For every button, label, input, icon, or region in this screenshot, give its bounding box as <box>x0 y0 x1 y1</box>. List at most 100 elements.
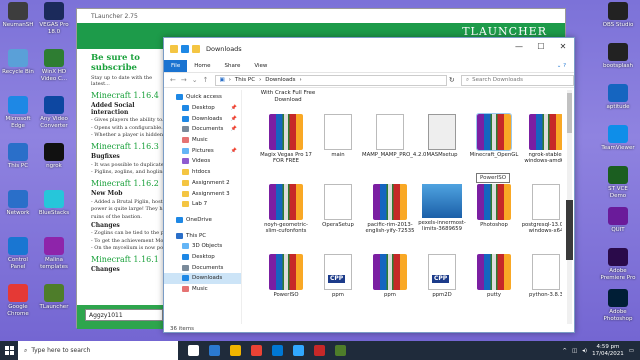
file-item[interactable]: ngrok-stable-windows-amd64 <box>518 114 562 165</box>
news-heading[interactable]: Minecraft 1.16.2 <box>91 179 171 188</box>
start-button[interactable] <box>0 341 18 360</box>
taskbar-search[interactable]: ⌕ Type here to search <box>18 341 178 360</box>
desktop-icon-st-vce-demo[interactable]: ST VCE Demo <box>600 166 636 199</box>
nav-item-desktop[interactable]: Desktop 📌 <box>164 103 241 114</box>
tab-home[interactable]: Home <box>187 60 217 72</box>
network-icon[interactable]: ◫ <box>572 348 577 354</box>
up-arrow-icon[interactable]: ↑ <box>203 76 209 84</box>
desktop-icon-ngrok[interactable]: ngrok <box>36 143 72 170</box>
desktop-icon-control-panel[interactable]: Control Panel <box>0 237 36 270</box>
nav-item-quick-access[interactable]: Quick access <box>164 92 241 103</box>
desktop-icon-tlauncher[interactable]: TLauncher <box>36 284 72 311</box>
nav-item-documents[interactable]: Documents <box>164 262 241 273</box>
desktop-icon-neumansh[interactable]: NeumanSH <box>0 2 36 29</box>
help-icon[interactable]: ⌄ ? <box>550 60 574 72</box>
tlauncher-news[interactable]: Be sure to subscribe Stay up to date wit… <box>91 49 171 311</box>
news-heading[interactable]: Minecraft 1.16.4 <box>91 91 171 100</box>
maximize-button[interactable]: ☐ <box>530 38 552 54</box>
file-item[interactable]: postgresql-13.0-1-windows-x64 <box>518 184 562 235</box>
file-item[interactable]: ppm <box>362 254 418 298</box>
nav-item-downloads[interactable]: Downloads <box>164 273 241 284</box>
tray-chevron-icon[interactable]: ^ <box>562 348 567 354</box>
desktop-icon-teamviewer[interactable]: TeamViewer <box>600 125 636 152</box>
breadcrumb-this-pc[interactable]: This PC <box>235 77 255 83</box>
taskbar-app-icon[interactable] <box>293 345 304 356</box>
news-heading[interactable]: Minecraft 1.16.3 <box>91 142 171 151</box>
file-item[interactable]: pexels-innermost-limits-3689659 <box>414 184 470 233</box>
nav-item-documents[interactable]: Documents 📌 <box>164 124 241 135</box>
desktop-icon-malina-templates[interactable]: Malina templates <box>36 237 72 270</box>
desktop-icon-winx-hd-video-c[interactable]: WinX HD Video C... <box>36 49 72 82</box>
file-item[interactable]: Magix Vegas Pro 17 FOR FREE <box>258 114 314 165</box>
refresh-icon[interactable]: ↻ <box>447 76 458 84</box>
properties-icon[interactable] <box>181 45 189 53</box>
taskbar-app-icon[interactable] <box>230 345 241 356</box>
desktop-icon-recycle-bin[interactable]: Recycle Bin <box>0 49 36 76</box>
file-item[interactable]: MAMP_MAMP_PRO_4.2.0 <box>362 114 426 158</box>
desktop-icon-quit[interactable]: QUIT <box>600 207 636 234</box>
nav-item-assignment-2[interactable]: Assignment 2 <box>164 178 241 189</box>
taskbar-app-icon[interactable] <box>209 345 220 356</box>
desktop-icon-adobe-premiere-pro[interactable]: Adobe Premiere Pro <box>600 248 636 281</box>
desktop-icon-network[interactable]: Network <box>0 190 36 217</box>
news-heading[interactable]: Minecraft 1.16.1 <box>91 255 171 264</box>
minimize-button[interactable]: — <box>508 38 530 54</box>
desktop-icon-this-pc[interactable]: This PC <box>0 143 36 170</box>
tab-share[interactable]: Share <box>217 60 247 72</box>
file-item[interactable]: PowerISO <box>258 254 314 298</box>
tab-file[interactable]: File <box>164 60 188 72</box>
desktop-icon-vegas-pro-18-0[interactable]: VEGAS Pro 18.0 <box>36 2 72 35</box>
desktop-icon-bootsplash[interactable]: bootsplash <box>600 43 636 70</box>
notifications-icon[interactable]: ▭ <box>629 348 634 354</box>
clock[interactable]: 4:59 pm 17/04/2021 <box>592 344 624 357</box>
desktop-icon-adobe-photoshop[interactable]: Adobe Photoshop <box>600 289 636 322</box>
desktop-icon-google-chrome[interactable]: Google Chrome <box>0 284 36 317</box>
file-item[interactable]: main <box>310 114 366 158</box>
new-folder-icon[interactable] <box>192 45 200 53</box>
tab-view[interactable]: View <box>247 60 274 72</box>
file-item[interactable]: Photoshop <box>466 184 522 228</box>
partial-file-label[interactable]: With Crack Full Free Download <box>258 90 318 103</box>
nav-item-3d-objects[interactable]: 3D Objects <box>164 241 241 252</box>
file-item[interactable]: python-3.8.3 <box>518 254 562 298</box>
scroll-thumb[interactable] <box>567 93 572 133</box>
desktop-icon-any-video-converter[interactable]: Any Video Converter <box>36 96 72 129</box>
file-item[interactable]: putty <box>466 254 522 298</box>
nav-item-onedrive[interactable]: OneDrive <box>164 215 241 226</box>
nav-item-assignment-3[interactable]: Assignment 3 <box>164 188 241 199</box>
taskbar-app-icon[interactable] <box>314 345 325 356</box>
nav-item-desktop[interactable]: Desktop <box>164 252 241 263</box>
nav-item-downloads[interactable]: Downloads 📌 <box>164 113 241 124</box>
nav-item-htdocs[interactable]: htdocs <box>164 167 241 178</box>
taskbar-app-icon[interactable] <box>272 345 283 356</box>
breadcrumb-downloads[interactable]: Downloads <box>265 77 295 83</box>
file-item[interactable]: MASMsetup <box>414 114 470 158</box>
nav-item-music[interactable]: Music <box>164 135 241 146</box>
nav-item-this-pc[interactable]: This PC <box>164 230 241 241</box>
desktop-icon-obs-studio[interactable]: OBS Studio <box>600 2 636 29</box>
nav-item-videos[interactable]: Videos <box>164 156 241 167</box>
file-item[interactable]: CPP ppm <box>310 254 366 298</box>
address-bar[interactable]: ▣ › This PC › Downloads › <box>214 74 447 86</box>
forward-arrow-icon[interactable]: → <box>181 76 187 84</box>
taskbar-app-icon[interactable] <box>335 345 346 356</box>
taskbar-app-icon[interactable] <box>251 345 262 356</box>
back-arrow-icon[interactable]: ← <box>170 76 176 84</box>
desktop-icon-aptitude[interactable]: aptitude <box>600 84 636 111</box>
username-field[interactable]: Aggzy1011 <box>85 309 163 321</box>
recent-chevron-icon[interactable]: ⌄ <box>192 76 198 84</box>
nav-item-music[interactable]: Music <box>164 284 241 295</box>
file-item[interactable]: CPP ppm2D <box>414 254 470 298</box>
nav-item-lab-7[interactable]: Lab 7 <box>164 199 241 210</box>
desktop-icon-microsoft-edge[interactable]: Microsoft Edge <box>0 96 36 129</box>
file-item[interactable]: noyh-geometric-slim-cufonfonts <box>258 184 314 235</box>
file-item[interactable]: OperaSetup <box>310 184 366 228</box>
nav-item-pictures[interactable]: Pictures 📌 <box>164 145 241 156</box>
file-item[interactable]: Minecraft_OpenGL <box>466 113 522 158</box>
close-button[interactable]: ✕ <box>552 38 574 54</box>
search-input[interactable]: ⌕ Search Downloads <box>461 74 574 86</box>
volume-icon[interactable]: ◂) <box>582 348 587 354</box>
file-item[interactable]: pacific-rim-2013-english-yify-72535 <box>362 184 418 235</box>
taskbar-app-icon[interactable] <box>188 345 199 356</box>
desktop-icon-bluestacks[interactable]: BlueStacks <box>36 190 72 217</box>
